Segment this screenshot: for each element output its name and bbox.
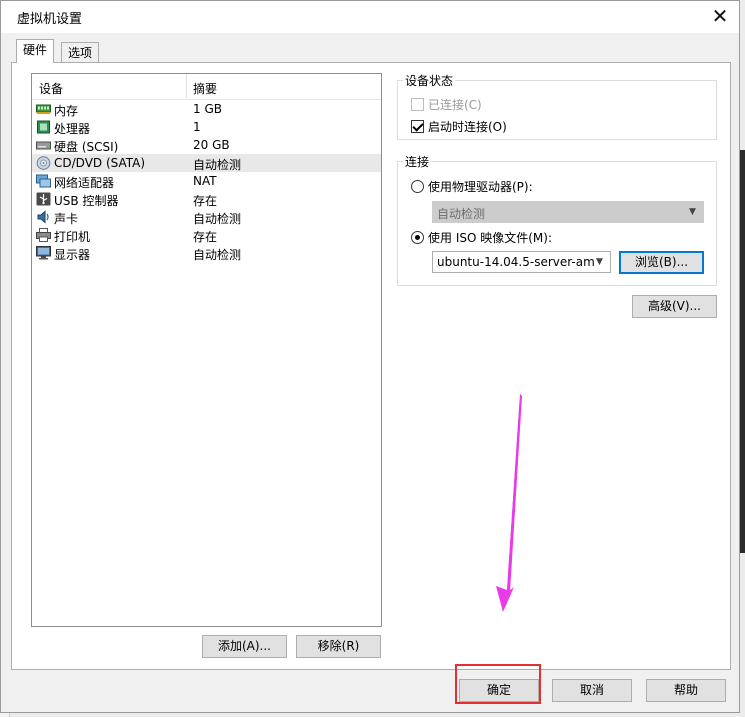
connection-group: 连接 使用物理驱动器(P): 自动检测 ▼ 使用 ISO 映像文件(M): ub… xyxy=(397,153,717,286)
device-name: 内存 xyxy=(54,104,79,118)
device-row-display[interactable]: 显示器 自动检测 xyxy=(32,244,381,262)
chevron-down-icon: ▼ xyxy=(689,207,696,217)
hard-disk-icon xyxy=(36,141,51,150)
iso-path-combobox[interactable]: ubuntu-14.04.5-server-amd6 ▼ xyxy=(432,251,611,273)
device-summary: NAT xyxy=(193,174,217,188)
title-bar: 虚拟机设置 ✕ xyxy=(1,1,739,33)
device-summary: 存在 xyxy=(193,230,218,244)
device-row-printer[interactable]: 打印机 存在 xyxy=(32,226,381,244)
device-list[interactable]: 设备 摘要 内存 1 GB 处理器 1 硬盘 (SCSI) 20 GB CD/D… xyxy=(31,73,382,627)
usb-icon xyxy=(36,192,51,206)
tab-options[interactable]: 选项 xyxy=(61,42,100,63)
remove-device-button[interactable]: 移除(R) xyxy=(296,635,381,658)
device-name: USB 控制器 xyxy=(54,194,119,208)
close-icon: ✕ xyxy=(711,4,729,28)
device-name: 处理器 xyxy=(54,122,91,136)
connect-at-power-on-checkbox[interactable]: 启动时连接(O) xyxy=(411,118,507,135)
device-row-hard-disk[interactable]: 硬盘 (SCSI) 20 GB xyxy=(32,136,381,154)
device-summary: 20 GB xyxy=(193,138,230,152)
vm-settings-dialog: 虚拟机设置 ✕ 硬件 选项 设备 摘要 内存 1 GB 处理器 1 硬盘 (SC… xyxy=(0,0,740,713)
tab-hardware[interactable]: 硬件 xyxy=(16,39,55,63)
iso-image-label: 使用 ISO 映像文件(M): xyxy=(428,231,552,245)
cancel-button[interactable]: 取消 xyxy=(552,679,632,702)
printer-icon xyxy=(36,228,51,242)
device-status-title: 设备状态 xyxy=(403,72,456,89)
physical-drive-value: 自动检测 xyxy=(437,207,486,221)
device-summary: 自动检测 xyxy=(193,212,242,226)
radio-circle xyxy=(411,180,424,193)
device-summary: 1 xyxy=(193,120,201,134)
device-row-network-adapter[interactable]: 网络适配器 NAT xyxy=(32,172,381,190)
iso-path-value: ubuntu-14.04.5-server-amd6 xyxy=(437,255,595,269)
processor-icon xyxy=(37,120,50,134)
connected-label: 已连接(C) xyxy=(428,98,482,112)
device-list-header: 设备 摘要 xyxy=(32,74,381,100)
device-name: CD/DVD (SATA) xyxy=(54,156,146,170)
window-title: 虚拟机设置 xyxy=(17,12,83,27)
display-icon xyxy=(36,246,51,260)
chevron-down-icon: ▼ xyxy=(596,257,603,267)
physical-drive-select[interactable]: 自动检测 ▼ xyxy=(432,201,704,223)
column-header-device[interactable]: 设备 xyxy=(39,80,63,97)
close-button[interactable]: ✕ xyxy=(705,3,735,31)
checkbox-box xyxy=(411,120,424,133)
radio-circle xyxy=(411,231,424,244)
help-button[interactable]: 帮助 xyxy=(646,679,726,702)
connected-checkbox[interactable]: 已连接(C) xyxy=(411,96,482,113)
network-adapter-icon xyxy=(36,174,51,188)
device-summary: 自动检测 xyxy=(193,158,242,172)
device-name: 网络适配器 xyxy=(54,176,115,190)
device-name: 打印机 xyxy=(54,230,91,244)
tab-label: 硬件 xyxy=(23,43,48,57)
device-status-group: 设备状态 已连接(C) 启动时连接(O) xyxy=(397,72,717,140)
advanced-button[interactable]: 高级(V)... xyxy=(632,295,717,318)
memory-icon xyxy=(36,104,51,114)
column-header-summary[interactable]: 摘要 xyxy=(193,80,217,97)
tab-label: 选项 xyxy=(68,46,93,60)
device-row-memory[interactable]: 内存 1 GB xyxy=(32,100,381,118)
device-row-processor[interactable]: 处理器 1 xyxy=(32,118,381,136)
physical-drive-radio[interactable]: 使用物理驱动器(P): xyxy=(411,178,533,195)
device-row-cd-dvd[interactable]: CD/DVD (SATA) 自动检测 xyxy=(32,154,381,172)
connection-title: 连接 xyxy=(403,153,432,170)
iso-image-radio[interactable]: 使用 ISO 映像文件(M): xyxy=(411,229,552,246)
device-name: 显示器 xyxy=(54,248,91,262)
device-row-usb-controller[interactable]: USB 控制器 存在 xyxy=(32,190,381,208)
device-summary: 自动检测 xyxy=(193,248,242,262)
browse-button[interactable]: 浏览(B)... xyxy=(619,251,704,274)
cd-dvd-icon xyxy=(36,156,51,170)
device-summary: 1 GB xyxy=(193,102,222,116)
device-row-sound-card[interactable]: 声卡 自动检测 xyxy=(32,208,381,226)
device-name: 硬盘 (SCSI) xyxy=(54,140,119,154)
column-divider[interactable] xyxy=(186,74,187,98)
connect-at-power-on-label: 启动时连接(O) xyxy=(428,120,507,134)
annotation-arrow-icon xyxy=(496,394,522,612)
checkbox-box xyxy=(411,98,424,111)
annotation-highlight-box xyxy=(455,664,541,704)
add-device-button[interactable]: 添加(A)... xyxy=(202,635,287,658)
sound-card-icon xyxy=(37,210,49,224)
physical-drive-label: 使用物理驱动器(P): xyxy=(428,180,533,194)
device-summary: 存在 xyxy=(193,194,218,208)
hardware-panel: 设备 摘要 内存 1 GB 处理器 1 硬盘 (SCSI) 20 GB CD/D… xyxy=(11,62,731,670)
device-name: 声卡 xyxy=(54,212,79,226)
